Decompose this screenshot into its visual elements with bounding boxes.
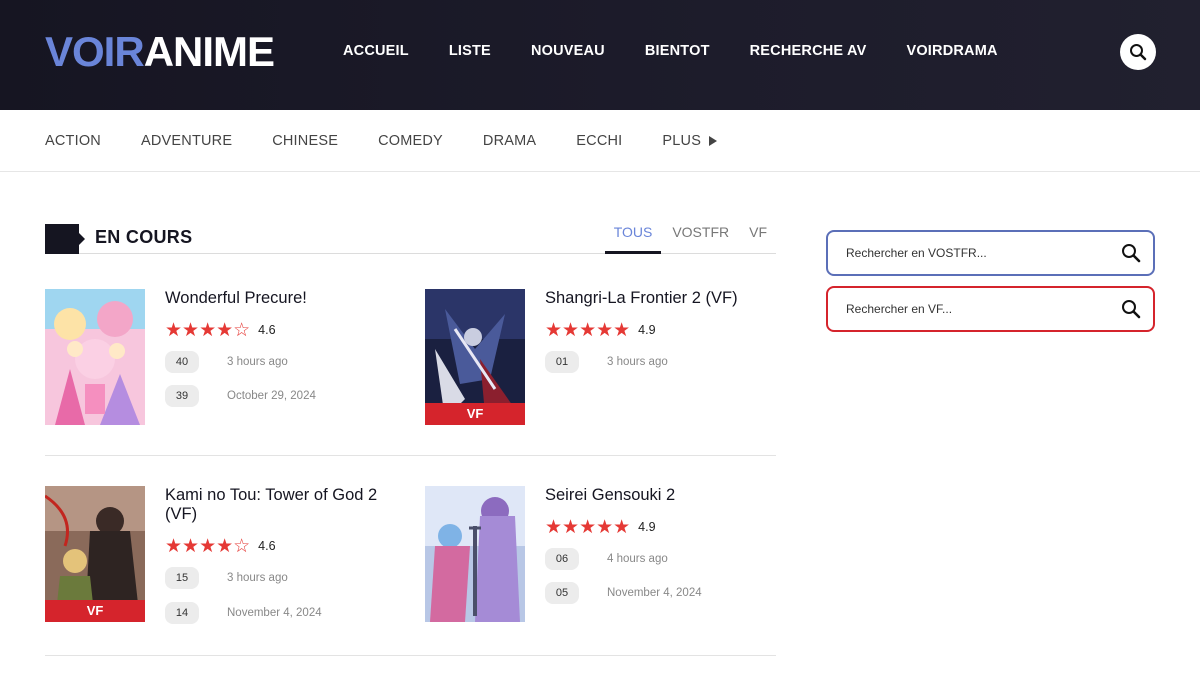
search-icon[interactable] (1121, 299, 1141, 319)
episode-row[interactable]: 01 3 hours ago (545, 351, 668, 373)
nav-liste[interactable]: LISTE (449, 43, 491, 59)
genre-more-button[interactable]: PLUS (662, 133, 718, 149)
episode-time: 3 hours ago (227, 356, 288, 368)
triangle-right-icon (709, 136, 718, 146)
anime-poster[interactable] (45, 289, 145, 425)
genre-list: ACTION ADVENTURE CHINESE COMEDY DRAMA EC… (45, 133, 718, 149)
search-icon (1130, 44, 1147, 61)
rating: ★★★★☆ 4.6 (165, 320, 276, 340)
rating-score: 4.6 (258, 323, 276, 337)
nav-recherche-av[interactable]: RECHERCHE AV (750, 43, 867, 59)
site-logo[interactable]: VOIRANIME (45, 28, 275, 75)
vf-badge: VF (425, 403, 525, 425)
genre-chinese[interactable]: CHINESE (272, 133, 338, 149)
anime-card[interactable]: Seirei Gensouki 2 ★★★★★ 4.9 06 4 hours a… (425, 486, 775, 626)
anime-poster[interactable]: VF (45, 486, 145, 622)
nav-accueil[interactable]: ACCUEIL (343, 43, 409, 59)
anime-title[interactable]: Seirei Gensouki 2 (545, 486, 785, 505)
episode-row[interactable]: 05 November 4, 2024 (545, 582, 702, 604)
header-search-button[interactable] (1120, 34, 1156, 70)
poster-image (425, 486, 525, 622)
search-vostfr-field[interactable]: Rechercher en VOSTFR... (826, 230, 1155, 276)
nav-voirdrama[interactable]: VOIRDRAMA (906, 43, 997, 59)
main-nav: ACCUEIL LISTE NOUVEAU BIENTOT RECHERCHE … (343, 43, 1038, 59)
episode-number-badge[interactable]: 06 (545, 548, 579, 570)
anime-card[interactable]: VF Kami no Tou: Tower of God 2 (VF) ★★★★… (45, 486, 395, 626)
episode-number-badge[interactable]: 15 (165, 567, 199, 589)
search-vf-field[interactable]: Rechercher en VF... (826, 286, 1155, 332)
tab-vf[interactable]: VF (740, 224, 776, 254)
star-rating-icons: ★★★★☆ (165, 535, 251, 557)
section-header: EN COURS TOUS VOSTFR VF (45, 222, 776, 254)
nav-nouveau[interactable]: NOUVEAU (531, 43, 605, 59)
anime-poster[interactable]: VF (425, 289, 525, 425)
anime-card[interactable]: Wonderful Precure! ★★★★☆ 4.6 40 3 hours … (45, 289, 395, 429)
anime-title[interactable]: Kami no Tou: Tower of God 2 (VF) (165, 486, 405, 524)
star-rating-icons: ★★★★★ (545, 319, 631, 341)
episode-time: November 4, 2024 (227, 607, 322, 619)
episode-time: 3 hours ago (607, 356, 668, 368)
search-vostfr-placeholder: Rechercher en VOSTFR... (846, 246, 987, 260)
logo-part-anime: ANIME (143, 28, 275, 75)
genre-comedy[interactable]: COMEDY (378, 133, 443, 149)
rating: ★★★★☆ 4.6 (165, 536, 276, 556)
rating-score: 4.9 (638, 323, 656, 337)
episode-number-badge[interactable]: 05 (545, 582, 579, 604)
episode-number-badge[interactable]: 14 (165, 602, 199, 624)
genre-bar: ACTION ADVENTURE CHINESE COMEDY DRAMA EC… (0, 110, 1200, 172)
episode-row[interactable]: 40 3 hours ago (165, 351, 288, 373)
episode-number-badge[interactable]: 40 (165, 351, 199, 373)
rating-score: 4.6 (258, 539, 276, 553)
rating: ★★★★★ 4.9 (545, 320, 656, 340)
row-divider (45, 655, 776, 656)
search-icon[interactable] (1121, 243, 1141, 263)
section-tabs: TOUS VOSTFR VF (603, 224, 776, 254)
episode-number-badge[interactable]: 01 (545, 351, 579, 373)
genre-adventure[interactable]: ADVENTURE (141, 133, 232, 149)
anime-title[interactable]: Wonderful Precure! (165, 289, 405, 308)
tab-tous[interactable]: TOUS (604, 224, 662, 254)
anime-poster[interactable] (425, 486, 525, 622)
site-header: VOIRANIME ACCUEIL LISTE NOUVEAU BIENTOT … (0, 0, 1200, 110)
rating-score: 4.9 (638, 520, 656, 534)
star-rating-icons: ★★★★☆ (165, 319, 251, 341)
nav-bientot[interactable]: BIENTOT (645, 43, 710, 59)
vf-badge: VF (45, 600, 145, 622)
star-rating-icons: ★★★★★ (545, 516, 631, 538)
search-vf-placeholder: Rechercher en VF... (846, 302, 953, 316)
anime-title[interactable]: Shangri-La Frontier 2 (VF) (545, 289, 785, 308)
genre-drama[interactable]: DRAMA (483, 133, 536, 149)
episode-row[interactable]: 14 November 4, 2024 (165, 602, 322, 624)
episode-time: November 4, 2024 (607, 587, 702, 599)
episode-row[interactable]: 39 October 29, 2024 (165, 385, 316, 407)
tab-vostfr[interactable]: VOSTFR (663, 224, 738, 254)
genre-more-label: PLUS (662, 133, 702, 149)
episode-row[interactable]: 15 3 hours ago (165, 567, 288, 589)
episode-row[interactable]: 06 4 hours ago (545, 548, 668, 570)
episode-time: October 29, 2024 (227, 390, 316, 402)
row-divider (45, 455, 776, 456)
logo-part-voir: VOIR (45, 28, 145, 75)
episode-number-badge[interactable]: 39 (165, 385, 199, 407)
genre-action[interactable]: ACTION (45, 133, 101, 149)
anime-card[interactable]: VF Shangri-La Frontier 2 (VF) ★★★★★ 4.9 … (425, 289, 775, 429)
episode-time: 4 hours ago (607, 553, 668, 565)
section-flag-icon (45, 224, 85, 254)
poster-image (45, 289, 145, 425)
episode-time: 3 hours ago (227, 572, 288, 584)
rating: ★★★★★ 4.9 (545, 517, 656, 537)
section-title: EN COURS (95, 227, 193, 247)
genre-ecchi[interactable]: ECCHI (576, 133, 622, 149)
